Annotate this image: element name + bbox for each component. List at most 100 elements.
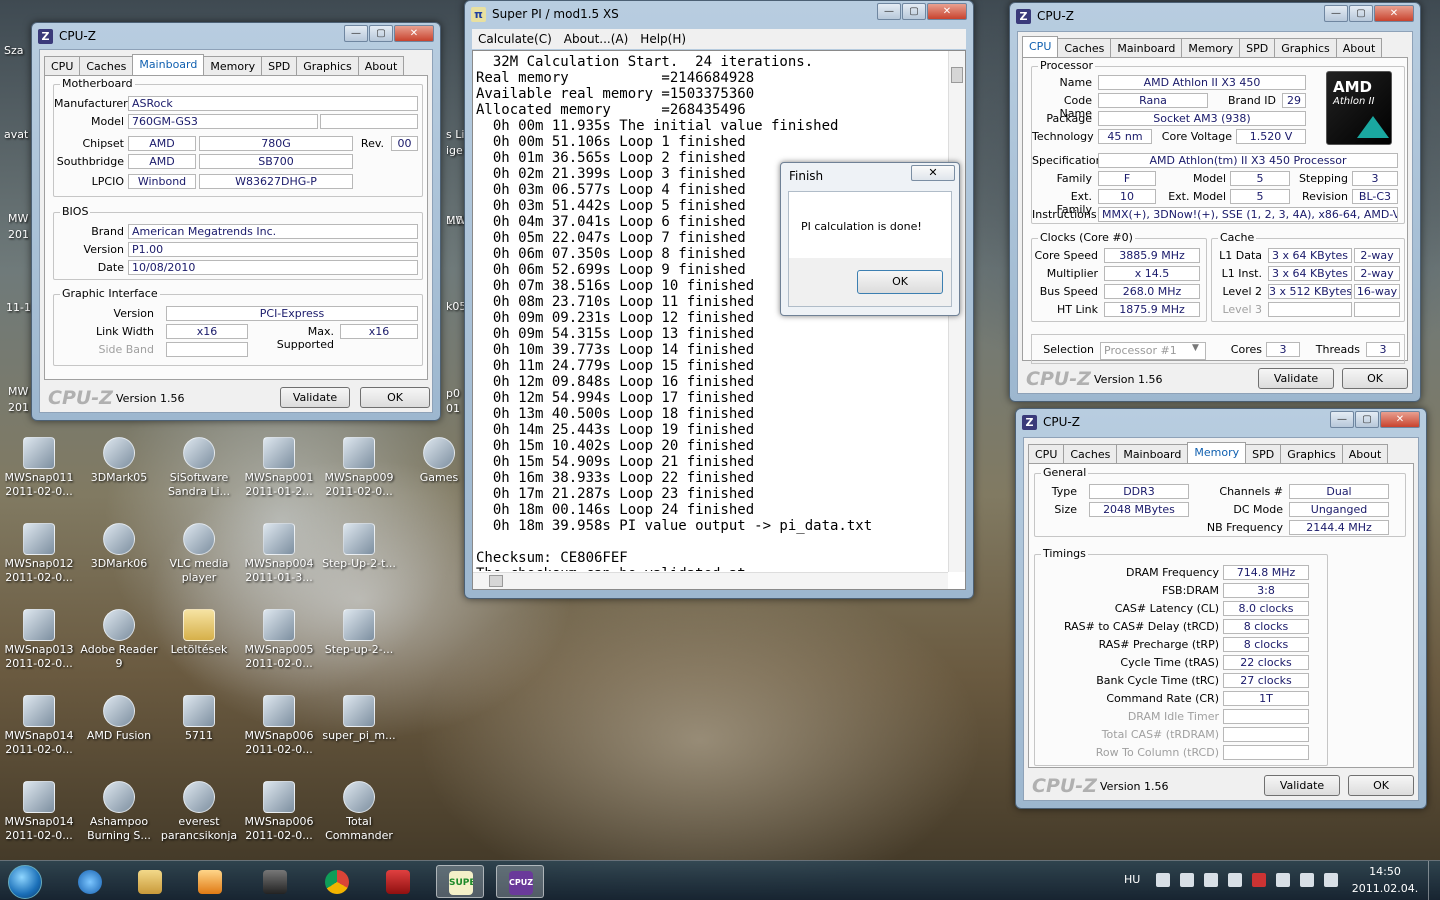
minimize-button[interactable]: — bbox=[1330, 411, 1354, 428]
desktop-icon[interactable]: Letöltések bbox=[160, 609, 238, 657]
language-indicator[interactable]: HU bbox=[1124, 873, 1140, 886]
tab-caches[interactable]: Caches bbox=[1063, 444, 1118, 465]
volume-tray-icon[interactable] bbox=[1300, 873, 1314, 887]
flag-tray-icon[interactable] bbox=[1324, 873, 1338, 887]
tab-spd[interactable]: SPD bbox=[1245, 444, 1282, 465]
finish-dialog[interactable]: Finish ✕ PI calculation is done! OK bbox=[780, 162, 960, 316]
menu-calculate[interactable]: Calculate(C) bbox=[472, 29, 558, 49]
camera-taskbar-button[interactable] bbox=[251, 865, 299, 898]
desktop-icon[interactable]: MWSnap014 2011-02-0... bbox=[0, 781, 78, 843]
desktop-icon[interactable]: MWSnap004 2011-01-3... bbox=[240, 523, 318, 585]
scroll-thumb[interactable] bbox=[489, 575, 503, 587]
tab-graphics[interactable]: Graphics bbox=[1280, 444, 1343, 465]
desktop-icon[interactable]: Total Commander bbox=[320, 781, 398, 843]
network-tray-icon[interactable] bbox=[1156, 873, 1170, 887]
superpi-taskbar-button[interactable]: SUPER bbox=[436, 865, 484, 898]
tab-graphics[interactable]: Graphics bbox=[296, 56, 359, 77]
explorer-taskbar-button[interactable] bbox=[126, 865, 174, 898]
desktop-icon[interactable]: Ashampoo Burning S... bbox=[80, 781, 158, 843]
validate-button[interactable]: Validate bbox=[1264, 775, 1340, 796]
chevron-down-icon[interactable]: ▼ bbox=[1192, 343, 1199, 353]
start-button[interactable] bbox=[6, 863, 46, 899]
ok-button[interactable]: OK bbox=[857, 270, 943, 294]
minimize-button[interactable]: — bbox=[1324, 5, 1348, 22]
minimize-button[interactable]: — bbox=[344, 25, 368, 42]
menu-about[interactable]: About...(A) bbox=[558, 29, 635, 49]
desktop-icon[interactable]: MWSnap005 2011-02-0... bbox=[240, 609, 318, 671]
tab-mainboard[interactable]: Mainboard bbox=[1110, 38, 1183, 59]
desktop-icon[interactable]: MWSnap006 2011-02-0... bbox=[240, 695, 318, 757]
tab-about[interactable]: About bbox=[1335, 38, 1383, 59]
clock-date[interactable]: 2011.02.04. bbox=[1350, 882, 1420, 895]
tab-cpu[interactable]: CPU bbox=[1022, 36, 1059, 59]
desktop-icon[interactable]: SiSoftware Sandra Li... bbox=[160, 437, 238, 499]
ie-taskbar-button[interactable] bbox=[66, 865, 114, 898]
desktop-icon[interactable]: Step-up-2-... bbox=[320, 609, 398, 657]
desktop-icon[interactable]: Adobe Reader 9 bbox=[80, 609, 158, 671]
tab-about[interactable]: About bbox=[357, 56, 405, 77]
amd-tray-icon[interactable] bbox=[1252, 873, 1266, 887]
maximize-button[interactable]: ▢ bbox=[369, 25, 393, 42]
tab-mainboard[interactable]: Mainboard bbox=[132, 54, 205, 77]
desktop-icon[interactable]: 3DMark05 bbox=[80, 437, 158, 485]
cpuz-cpu-window[interactable]: Z CPU-Z — ▢ ✕ CPU Caches Mainboard Memory S… bbox=[1009, 2, 1421, 402]
desktop-icon[interactable]: AMD Fusion bbox=[80, 695, 158, 743]
ok-button[interactable]: OK bbox=[1342, 368, 1408, 389]
desktop-icon[interactable]: MWSnap001 2011-01-2... bbox=[240, 437, 318, 499]
tab-spd[interactable]: SPD bbox=[1239, 38, 1276, 59]
close-button[interactable]: ✕ bbox=[927, 3, 967, 20]
device-tray-icon[interactable] bbox=[1228, 873, 1242, 887]
tab-graphics[interactable]: Graphics bbox=[1274, 38, 1337, 59]
tab-spd[interactable]: SPD bbox=[261, 56, 298, 77]
signal-tray-icon[interactable] bbox=[1276, 873, 1290, 887]
desktop-icon[interactable]: super_pi_m... bbox=[320, 695, 398, 743]
desktop-icon[interactable]: 5711 bbox=[160, 695, 238, 743]
validate-button[interactable]: Validate bbox=[280, 387, 350, 408]
maximize-button[interactable]: ▢ bbox=[902, 3, 926, 20]
close-button[interactable]: ✕ bbox=[1380, 411, 1420, 428]
update-tray-icon[interactable] bbox=[1180, 873, 1194, 887]
close-button[interactable]: ✕ bbox=[394, 25, 434, 42]
desktop-icon[interactable]: 3DMark06 bbox=[80, 523, 158, 571]
tab-about[interactable]: About bbox=[1341, 444, 1389, 465]
chrome-taskbar-button[interactable] bbox=[313, 865, 361, 898]
display-tray-icon[interactable] bbox=[1204, 873, 1218, 887]
ok-button[interactable]: OK bbox=[360, 387, 430, 408]
desktop-icon[interactable]: MWSnap012 2011-02-0... bbox=[0, 523, 78, 585]
zynga-taskbar-button[interactable] bbox=[374, 865, 422, 898]
tab-cpu[interactable]: CPU bbox=[44, 56, 81, 77]
desktop-icon[interactable]: MWSnap014 2011-02-0... bbox=[0, 695, 78, 757]
clock-time[interactable]: 14:50 bbox=[1350, 865, 1420, 878]
desktop-icon[interactable]: MWSnap006 2011-02-0... bbox=[240, 781, 318, 843]
validate-button[interactable]: Validate bbox=[1258, 368, 1334, 389]
ok-button[interactable]: OK bbox=[1348, 775, 1414, 796]
desktop-icon[interactable]: MWSnap009 2011-02-0... bbox=[320, 437, 398, 499]
desktop-icon[interactable]: Step-Up-2-t... bbox=[320, 523, 398, 571]
processor-select[interactable]: Processor #1 bbox=[1100, 342, 1206, 360]
cpuz-taskbar-button[interactable]: CPUZ bbox=[496, 865, 544, 898]
tab-caches[interactable]: Caches bbox=[79, 56, 134, 77]
maximize-button[interactable]: ▢ bbox=[1355, 411, 1379, 428]
cpuz-memory-window[interactable]: Z CPU-Z — ▢ ✕ CPU Caches Mainboard Memory S… bbox=[1015, 408, 1427, 809]
tab-memory[interactable]: Memory bbox=[203, 56, 263, 77]
desktop-icon[interactable]: MWSnap011 2011-02-0... bbox=[0, 437, 78, 499]
tab-cpu[interactable]: CPU bbox=[1028, 444, 1065, 465]
minimize-button[interactable]: — bbox=[877, 3, 901, 20]
tab-mainboard[interactable]: Mainboard bbox=[1116, 444, 1189, 465]
close-button[interactable]: ✕ bbox=[1374, 5, 1414, 22]
desktop-icon[interactable]: VLC media player bbox=[160, 523, 238, 585]
output-area[interactable]: 32M Calculation Start. 24 iterations. Rea… bbox=[472, 50, 966, 590]
desktop-icon[interactable]: MWSnap013 2011-02-0... bbox=[0, 609, 78, 671]
close-button[interactable]: ✕ bbox=[911, 165, 955, 181]
maximize-button[interactable]: ▢ bbox=[1349, 5, 1373, 22]
show-desktop-button[interactable] bbox=[1428, 861, 1440, 900]
menu-help[interactable]: Help(H) bbox=[634, 29, 692, 49]
scroll-thumb[interactable] bbox=[951, 67, 963, 83]
tab-memory[interactable]: Memory bbox=[1181, 38, 1241, 59]
desktop-icon[interactable]: everest parancsikonja bbox=[160, 781, 238, 843]
tab-memory[interactable]: Memory bbox=[1187, 442, 1247, 465]
horizontal-scrollbar[interactable] bbox=[473, 572, 948, 589]
tab-caches[interactable]: Caches bbox=[1057, 38, 1112, 59]
media-player-taskbar-button[interactable] bbox=[186, 865, 234, 898]
cpuz-mainboard-window[interactable]: Z CPU-Z — ▢ ✕ CPU Caches Mainboard Memory S… bbox=[31, 22, 441, 421]
